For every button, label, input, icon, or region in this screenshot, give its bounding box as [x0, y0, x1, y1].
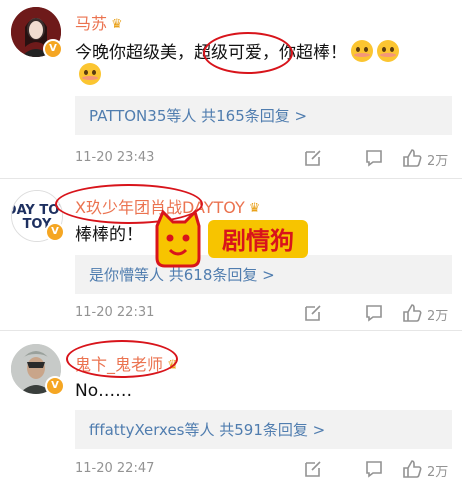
like-icon[interactable]	[402, 148, 422, 168]
comment-text: 棒棒的！	[75, 225, 143, 245]
comment-meta: 11-20 22:47 2万	[75, 460, 455, 480]
comment-meta: 11-20 22:31 2万	[75, 304, 455, 324]
vip-badge-icon: V	[43, 39, 63, 59]
comment-meta: 11-20 23:43 2万	[75, 149, 455, 169]
divider	[0, 330, 462, 331]
crown-icon: ♛	[167, 358, 179, 373]
comment-item: V 鬼卞_鬼老师 ♛ No…… fffattyXerxes等人 共591条回复 >…	[0, 332, 462, 484]
svg-text:剧情狗: 剧情狗	[222, 227, 294, 255]
timestamp: 11-20 22:47	[75, 461, 155, 476]
reply-summary[interactable]: fffattyXerxes等人 共591条回复 >	[75, 410, 452, 449]
emoji-icon	[351, 40, 373, 62]
comment-text: 今晚你超级美，超级可爱，你超棒！	[75, 38, 399, 63]
emoji-icon	[79, 63, 101, 85]
timestamp: 11-20 22:31	[75, 305, 155, 320]
comment-icon[interactable]	[365, 460, 383, 478]
dog-mascot-icon: 剧情狗	[155, 209, 308, 268]
username[interactable]: 马苏 ♛	[75, 10, 123, 34]
divider	[0, 178, 462, 179]
crown-icon: ♛	[111, 17, 123, 32]
reply-summary[interactable]: PATTON35等人 共165条回复 >	[75, 96, 452, 135]
like-count: 2万	[427, 309, 449, 324]
share-icon[interactable]	[304, 149, 322, 167]
like-count: 2万	[427, 154, 449, 169]
like-icon[interactable]	[402, 303, 422, 323]
share-icon[interactable]	[304, 304, 322, 322]
timestamp: 11-20 23:43	[75, 150, 155, 165]
svg-text:DAY TOY: DAY TOY	[12, 203, 62, 218]
share-icon[interactable]	[304, 460, 322, 478]
username[interactable]: 鬼卞_鬼老师 ♛	[75, 351, 179, 375]
vip-badge-icon: V	[45, 222, 65, 242]
comment-icon[interactable]	[365, 149, 383, 167]
like-icon[interactable]	[402, 459, 422, 479]
emoji-icon	[377, 40, 399, 62]
comment-text: No……	[75, 381, 133, 401]
like-count: 2万	[427, 465, 449, 480]
comment-item: V 马苏 ♛ 今晚你超级美，超级可爱，你超棒！ PATTON35等人 共165条回…	[0, 0, 462, 175]
comment-icon[interactable]	[365, 304, 383, 322]
watermark-logo: 剧情狗	[153, 208, 313, 274]
vip-badge-icon: V	[45, 376, 65, 396]
